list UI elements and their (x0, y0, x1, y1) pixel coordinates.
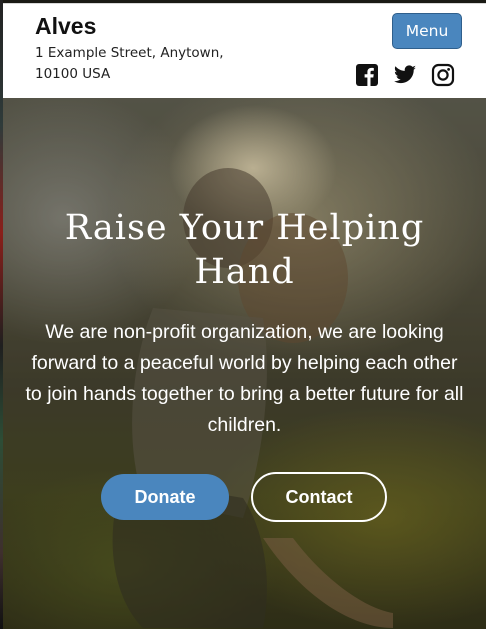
hero-section: Raise Your Helping Hand We are non-profi… (3, 98, 486, 629)
menu-button[interactable]: Menu (392, 13, 462, 49)
hero-title: Raise Your Helping Hand (64, 208, 425, 292)
instagram-icon[interactable] (431, 63, 455, 87)
donate-button[interactable]: Donate (101, 474, 229, 520)
brand-name[interactable]: Alves (35, 13, 96, 40)
address-text: 1 Example Street, Anytown, 10100 USA (35, 45, 224, 82)
site-header: Alves 1 Example Street, Anytown, 10100 U… (3, 3, 486, 98)
hero-description: We are non-profit organization, we are l… (25, 321, 464, 436)
contact-button[interactable]: Contact (251, 472, 387, 522)
facebook-icon[interactable] (355, 63, 379, 87)
twitter-icon[interactable] (393, 63, 417, 87)
social-links (355, 63, 455, 87)
left-edge-strip (0, 0, 3, 629)
hero-content: Raise Your Helping Hand We are non-profi… (3, 98, 486, 629)
